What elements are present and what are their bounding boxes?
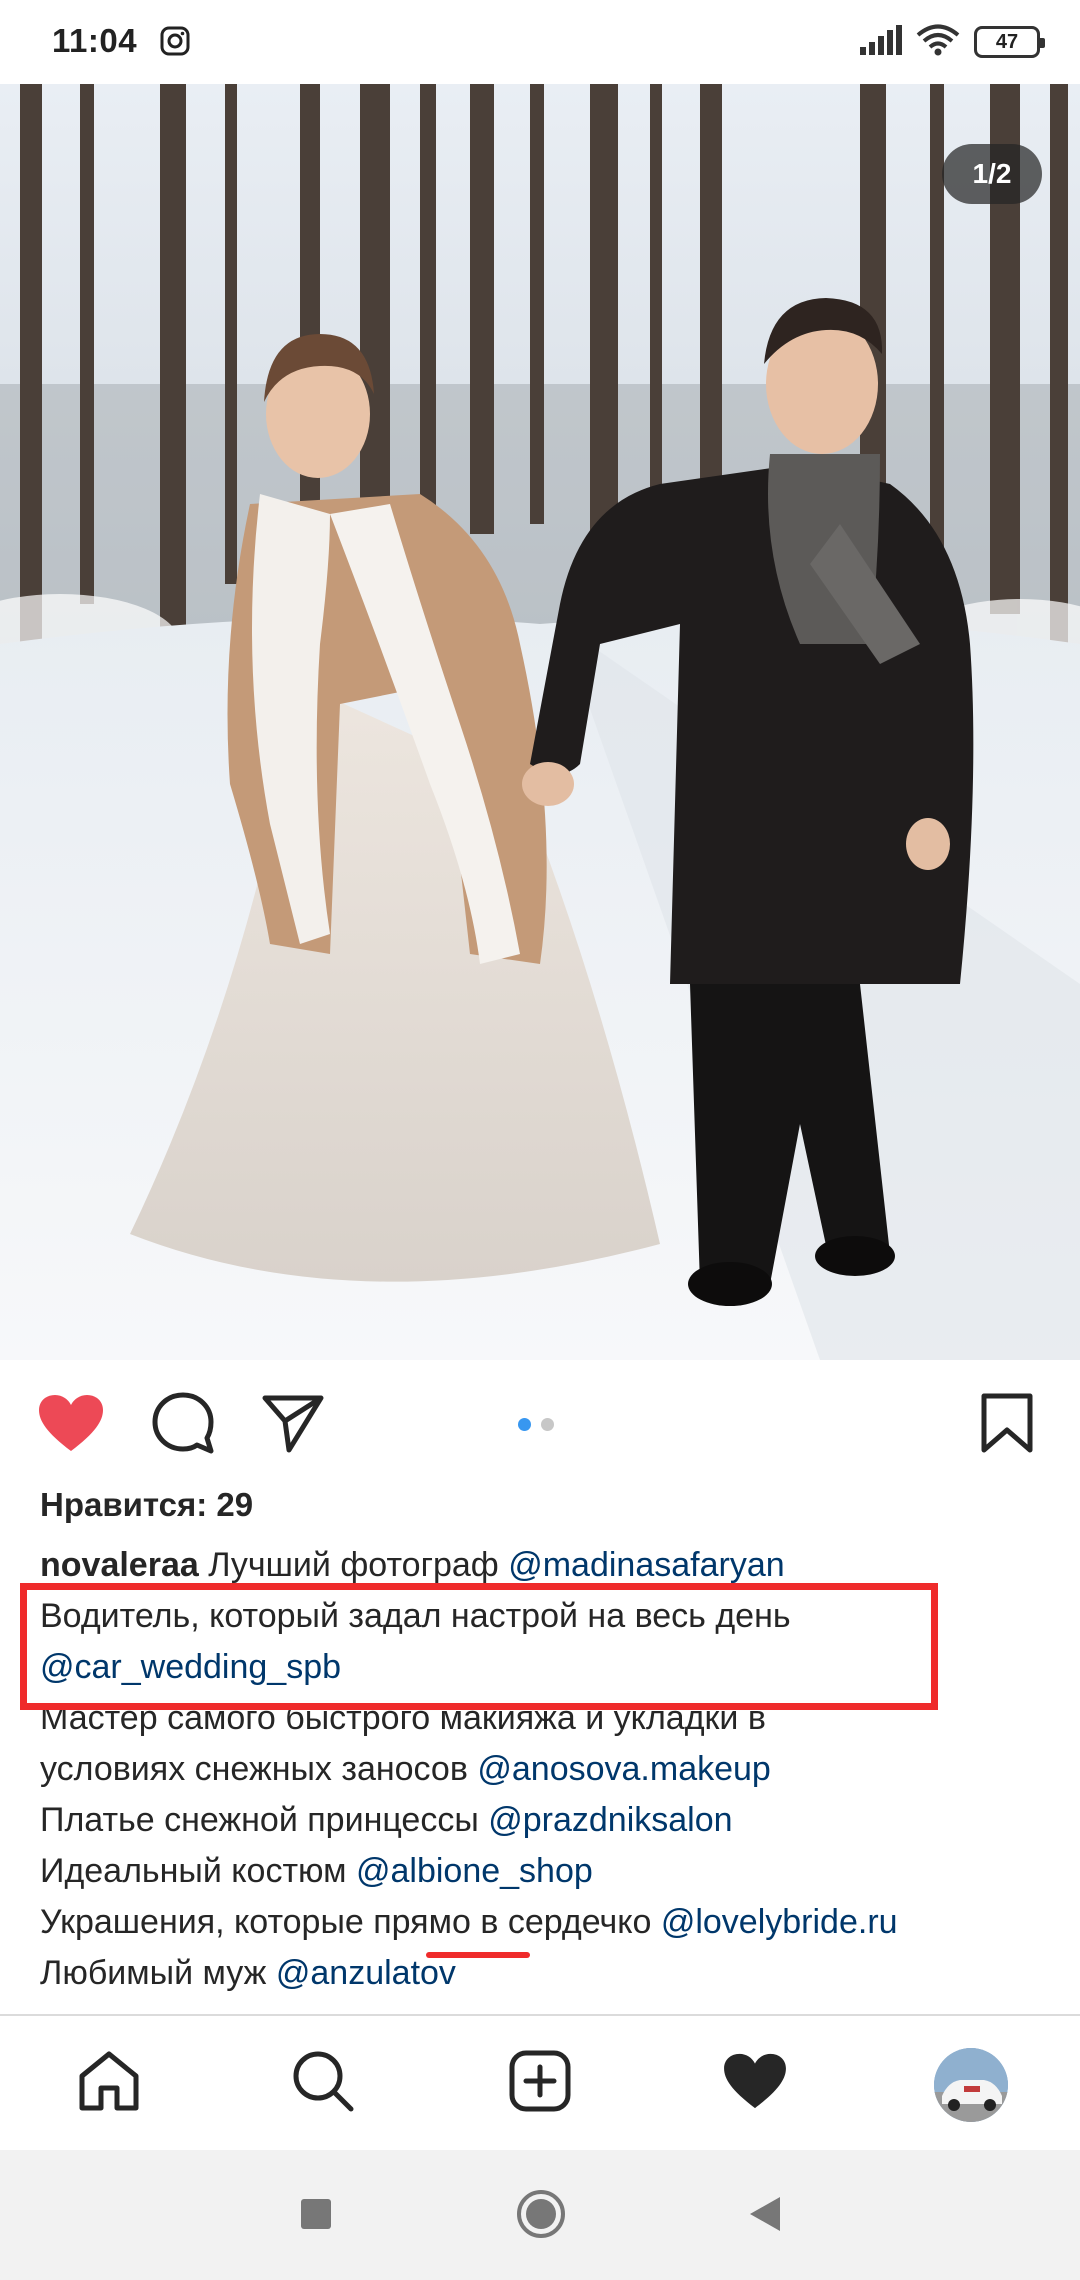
caption-username[interactable]: novaleraa [40,1546,199,1584]
annotation-underline [426,1952,530,1958]
bottom-nav [0,2014,1080,2150]
comment-icon [151,1391,215,1460]
status-time: 11:04 [52,22,138,59]
home-icon [77,2050,141,2117]
caption-text: условиях снежных заносов [40,1750,478,1788]
profile-avatar[interactable] [934,2048,1008,2122]
mention-link[interactable]: @albione_shop [356,1852,593,1890]
post-photo[interactable]: 1/2 [0,84,1080,1360]
annotation-highlight-box [20,1583,938,1710]
system-back-button[interactable] [738,2190,790,2242]
carousel-indicator [518,1418,554,1431]
home-circle-icon [515,2188,567,2245]
mention-link[interactable]: @anosova.makeup [477,1750,770,1788]
caption-text: Украшения, которые прямо в сердечко [40,1903,661,1941]
recents-square-icon [299,2197,333,2236]
wifi-icon [916,24,960,61]
activity-heart-icon [722,2052,788,2115]
carousel-dot-active [518,1418,531,1431]
battery-level: 47 [995,30,1019,53]
like-button[interactable] [36,1390,106,1460]
post-actions [0,1360,1080,1490]
caption-text: Любимый муж [40,1954,276,1992]
mention-link[interactable]: @madinasafaryan [508,1546,784,1584]
back-triangle-icon [746,2195,782,2238]
nav-activity[interactable] [720,2048,790,2118]
share-icon [261,1393,325,1458]
status-icons: 47 [860,24,1045,61]
bookmark-icon [980,1392,1034,1459]
comment-button[interactable] [148,1390,218,1460]
carousel-dot [541,1418,554,1431]
caption-text: Платье снежной принцессы [40,1801,489,1839]
system-recents-button[interactable] [290,2190,342,2242]
heart-filled-icon [37,1393,105,1458]
wedding-photo-illustration [0,84,1080,1360]
mention-link[interactable]: @lovelybride.ru [661,1903,898,1941]
mention-link[interactable]: @anzulatov [276,1954,456,1992]
battery-icon: 47 [974,26,1045,58]
save-button[interactable] [972,1390,1042,1460]
caption-line: Любимый муж @anzulatov [40,1948,1050,1999]
add-post-icon [509,2050,571,2117]
share-button[interactable] [258,1390,328,1460]
caption-text: Идеальный костюм [40,1852,356,1890]
caption-line: Платье снежной принцессы @prazdniksalon [40,1795,1050,1846]
nav-home[interactable] [74,2048,144,2118]
instagram-icon [160,26,190,56]
system-navigation-bar [0,2150,1080,2280]
search-icon [291,2049,355,2118]
nav-add-post[interactable] [505,2048,575,2118]
caption-line: условиях снежных заносов @anosova.makeup [40,1744,1050,1795]
status-bar: 11:04 47 [0,0,1080,84]
system-home-button[interactable] [515,2188,567,2245]
caption-line: Идеальный костюм @albione_shop [40,1846,1050,1897]
caption-text: Лучший фотограф [208,1546,509,1584]
likes-count[interactable]: Нравится: 29 [40,1486,253,1524]
avatar-car-image [934,2048,1008,2122]
mention-link[interactable]: @prazdniksalon [488,1801,732,1839]
caption-line: Украшения, которые прямо в сердечко @lov… [40,1897,1050,1948]
signal-icon [860,24,902,60]
nav-search[interactable] [288,2048,358,2118]
photo-counter: 1/2 [942,144,1042,204]
